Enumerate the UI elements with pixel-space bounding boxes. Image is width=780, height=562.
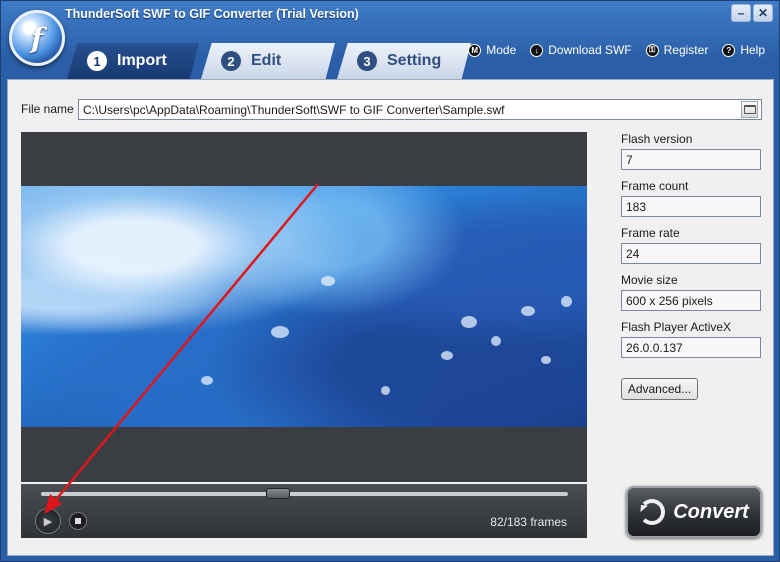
flash-version-label: Flash version <box>621 132 693 146</box>
key-icon: ⚿ <box>645 43 659 57</box>
help-link[interactable]: ? Help <box>722 43 765 57</box>
window-controls: – ✕ <box>731 4 773 22</box>
advanced-button[interactable]: Advanced... <box>621 378 698 400</box>
help-icon: ? <box>722 43 736 57</box>
register-link[interactable]: ⚿ Register <box>645 43 709 57</box>
video-frame <box>21 186 587 427</box>
mode-icon: M <box>468 43 482 57</box>
step-number: 1 <box>87 51 107 71</box>
step-number: 3 <box>357 51 377 71</box>
folder-icon <box>743 105 756 114</box>
play-icon: ▶ <box>43 515 53 528</box>
flash-version-field: 7 <box>621 149 761 170</box>
top-links: M Mode ↓ Download SWF ⚿ Register ? Help <box>468 43 765 57</box>
tab-label: Edit <box>251 52 282 69</box>
main-panel: File name C:\Users\pc\AppData\Roaming\Th… <box>7 79 774 556</box>
tab-bar: 1 Import 2 Edit 3 Setting M Mode ↓ Downl… <box>1 29 779 79</box>
help-label: Help <box>740 43 765 57</box>
tab-label: Setting <box>387 52 442 69</box>
file-path-field[interactable]: C:\Users\pc\AppData\Roaming\ThunderSoft\… <box>78 99 762 120</box>
close-button[interactable]: ✕ <box>753 4 773 22</box>
download-swf-label: Download SWF <box>548 43 632 57</box>
activex-field: 26.0.0.137 <box>621 337 761 358</box>
app-window: ThunderSoft SWF to GIF Converter (Trial … <box>0 0 780 562</box>
stop-icon <box>75 518 81 524</box>
file-path-value: C:\Users\pc\AppData\Roaming\ThunderSoft\… <box>83 103 505 117</box>
step-number: 2 <box>221 51 241 71</box>
mode-link[interactable]: M Mode <box>468 43 516 57</box>
frame-count-label: Frame count <box>621 179 689 193</box>
movie-size-field: 600 x 256 pixels <box>621 290 761 311</box>
play-button[interactable]: ▶ <box>35 508 61 534</box>
tab-label: Import <box>117 52 167 69</box>
stop-button[interactable] <box>69 512 87 530</box>
file-name-label: File name <box>21 102 74 116</box>
download-icon: ↓ <box>530 43 544 57</box>
movie-size-label: Movie size <box>621 273 678 287</box>
minimize-button[interactable]: – <box>731 4 751 22</box>
preview-area <box>21 132 587 482</box>
tab-import[interactable]: 1 Import <box>67 43 199 79</box>
seek-thumb[interactable] <box>266 488 291 499</box>
convert-icon <box>639 499 666 525</box>
frame-counter: 82/183 frames <box>490 515 567 529</box>
movie-info: Flash version 7 Frame count 183 Frame ra… <box>621 132 763 367</box>
logo-glyph: f <box>30 21 44 55</box>
frame-rate-label: Frame rate <box>621 226 680 240</box>
mode-label: Mode <box>486 43 517 57</box>
activex-label: Flash Player ActiveX <box>621 320 732 334</box>
tab-edit[interactable]: 2 Edit <box>201 43 335 79</box>
frame-count-field: 183 <box>621 196 761 217</box>
register-label: Register <box>663 43 709 57</box>
convert-button[interactable]: Convert <box>626 486 762 538</box>
convert-label: Convert <box>673 500 749 523</box>
frame-rate-field: 24 <box>621 243 761 264</box>
tab-setting[interactable]: 3 Setting <box>337 43 471 79</box>
browse-button[interactable] <box>741 101 758 118</box>
download-swf-link[interactable]: ↓ Download SWF <box>530 43 632 57</box>
app-logo-icon: f <box>9 10 65 66</box>
seek-track[interactable] <box>41 488 568 499</box>
title-bar[interactable]: ThunderSoft SWF to GIF Converter (Trial … <box>1 1 779 29</box>
window-title: ThunderSoft SWF to GIF Converter (Trial … <box>65 7 359 21</box>
player-controls: ▶ 82/183 frames <box>21 484 587 538</box>
